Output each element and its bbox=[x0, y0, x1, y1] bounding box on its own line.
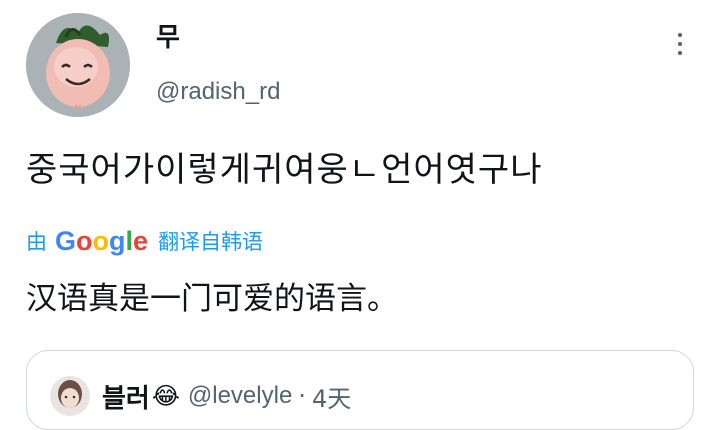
user-handle[interactable]: @radish_rd bbox=[156, 77, 280, 107]
quoted-tweet-card[interactable]: 블러 😂 @levelyle · 4天 bbox=[26, 350, 694, 430]
more-vertical-icon-dot bbox=[678, 51, 682, 55]
radish-avatar-image bbox=[26, 13, 130, 117]
tweet-text: 중국어가이렇게귀여웅ㄴ언어엿구나 bbox=[26, 150, 543, 190]
translated-by-label: 由 bbox=[26, 230, 47, 254]
quoted-avatar bbox=[50, 376, 90, 416]
quoted-handle[interactable]: @levelyle bbox=[188, 382, 292, 410]
quoted-display-name[interactable]: 블러 bbox=[102, 378, 150, 415]
quoted-timestamp[interactable]: 4天 bbox=[312, 379, 351, 414]
laughing-emoji-icon: 😂 bbox=[151, 382, 180, 410]
more-vertical-icon-dot bbox=[678, 42, 682, 46]
more-vertical-icon bbox=[678, 33, 682, 37]
translation-attribution[interactable]: 由 Google 翻译自韩语 bbox=[26, 225, 263, 257]
translated-from-label: 翻译自韩语 bbox=[158, 230, 264, 254]
quoted-avatar-image bbox=[50, 376, 90, 416]
quoted-tweet-header: 블러 😂 @levelyle · 4天 bbox=[50, 376, 351, 416]
more-options-button[interactable] bbox=[666, 28, 694, 60]
avatar[interactable] bbox=[26, 13, 130, 117]
display-name[interactable]: 무 bbox=[156, 22, 180, 54]
separator-dot: · bbox=[298, 382, 306, 410]
translated-text: 汉语真是一门可爱的语言。 bbox=[26, 281, 398, 317]
google-logo: Google bbox=[55, 225, 149, 256]
